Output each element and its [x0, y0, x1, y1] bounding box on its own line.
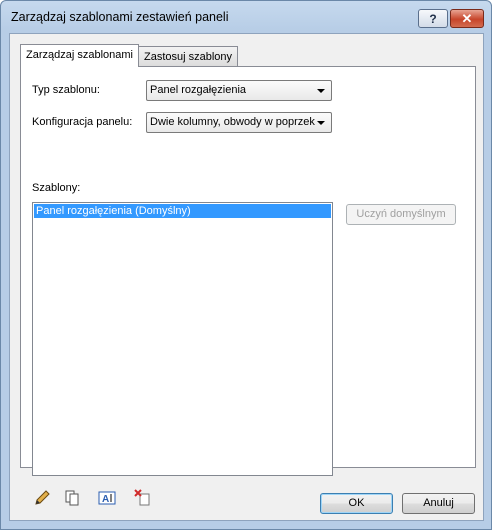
ok-button[interactable]: OK — [320, 493, 393, 514]
cancel-button[interactable]: Anuluj — [402, 493, 475, 514]
tab-panel-manage: Typ szablonu: Panel rozgałęzienia Konfig… — [20, 66, 476, 506]
svg-text:A: A — [102, 494, 109, 505]
help-icon: ? — [429, 11, 437, 26]
tab-manage-templates[interactable]: Zarządzaj szablonami — [20, 44, 139, 67]
close-button[interactable]: ✕ — [450, 9, 484, 28]
panel-config-label: Konfiguracja panelu: — [32, 116, 133, 128]
list-item[interactable]: Panel rozgałęzienia (Domyślny) — [34, 204, 331, 218]
duplicate-icon[interactable] — [63, 489, 81, 507]
close-icon: ✕ — [461, 10, 473, 26]
chevron-down-icon — [317, 121, 325, 125]
window-title: Zarządzaj szablonami zestawień paneli — [11, 10, 229, 24]
panel-config-dropdown[interactable]: Dwie kolumny, obwody w poprzek — [146, 112, 332, 133]
chevron-down-icon — [317, 89, 325, 93]
rename-icon[interactable]: A — [98, 489, 116, 507]
panel-config-value: Dwie kolumny, obwody w poprzek — [150, 116, 315, 128]
help-button[interactable]: ? — [418, 9, 448, 28]
template-type-value: Panel rozgałęzienia — [150, 84, 247, 96]
set-default-button[interactable]: Uczyń domyślnym — [346, 204, 456, 225]
template-type-label: Typ szablonu: — [32, 84, 100, 96]
tab-apply-templates[interactable]: Zastosuj szablony — [138, 46, 239, 66]
template-type-dropdown[interactable]: Panel rozgałęzienia — [146, 80, 332, 101]
dialog-window: Zarządzaj szablonami zestawień paneli ? … — [0, 0, 492, 530]
templates-label: Szablony: — [32, 182, 81, 194]
title-bar[interactable]: Zarządzaj szablonami zestawień paneli ? … — [1, 1, 491, 33]
templates-list[interactable]: Panel rozgałęzienia (Domyślny) — [32, 202, 333, 476]
delete-icon[interactable] — [134, 489, 152, 507]
dialog-body: Zarządzaj szablonami Zastosuj szablony T… — [9, 33, 484, 521]
edit-pencil-icon[interactable] — [33, 489, 51, 507]
